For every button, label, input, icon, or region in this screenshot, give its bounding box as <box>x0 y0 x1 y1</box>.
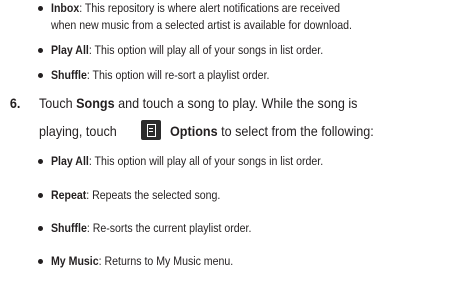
step-line-2: playing, touch <box>39 121 117 141</box>
bullet-term: My Music <box>51 254 99 268</box>
bullet-dot <box>38 226 43 231</box>
bullet-text: Returns to My Music menu. <box>104 254 234 268</box>
bullet-dot <box>38 6 43 11</box>
options-menu-icon <box>141 120 161 140</box>
step-text: and touch a song to play. While the song… <box>114 95 358 111</box>
bullet-text: This option will play all of your songs … <box>94 43 324 57</box>
bullet-dot <box>38 48 43 53</box>
bullet-text: This option will play all of your songs … <box>94 154 324 168</box>
bullet-text: Re-sorts the current playlist order. <box>92 221 252 235</box>
bullet-text: This repository is where alert notificat… <box>84 1 341 15</box>
step-line-1: Touch Songs and touch a song to play. Wh… <box>39 93 357 113</box>
manual-page: Inbox: This repository is where alert no… <box>9 1 374 268</box>
step-text: Touch <box>39 95 77 111</box>
bullet-dot <box>38 73 43 78</box>
step-line-2b: Options to select from the following: <box>170 121 374 141</box>
bullet-dot <box>38 159 43 164</box>
bullet-term: Play All <box>51 154 89 168</box>
bullet-dot <box>38 259 43 264</box>
bullet-dot <box>38 193 43 198</box>
step-text: to select from the following: <box>217 123 374 139</box>
bullet-text-continued: when new music from a selected artist is… <box>51 18 352 32</box>
bullet-text: This option will re-sort a playlist orde… <box>92 68 270 82</box>
bullet-term: Inbox <box>51 1 80 15</box>
bullet-term: Shuffle <box>51 68 87 82</box>
bullet-term: Shuffle <box>51 221 87 235</box>
step-text: playing, touch <box>39 123 117 139</box>
bullet-term: Repeat <box>51 188 87 202</box>
bullet-text: Repeats the selected song. <box>92 188 221 202</box>
step-term-options: Options <box>170 123 218 139</box>
bullet-term: Play All <box>51 43 89 57</box>
step-term-songs: Songs <box>76 95 115 111</box>
